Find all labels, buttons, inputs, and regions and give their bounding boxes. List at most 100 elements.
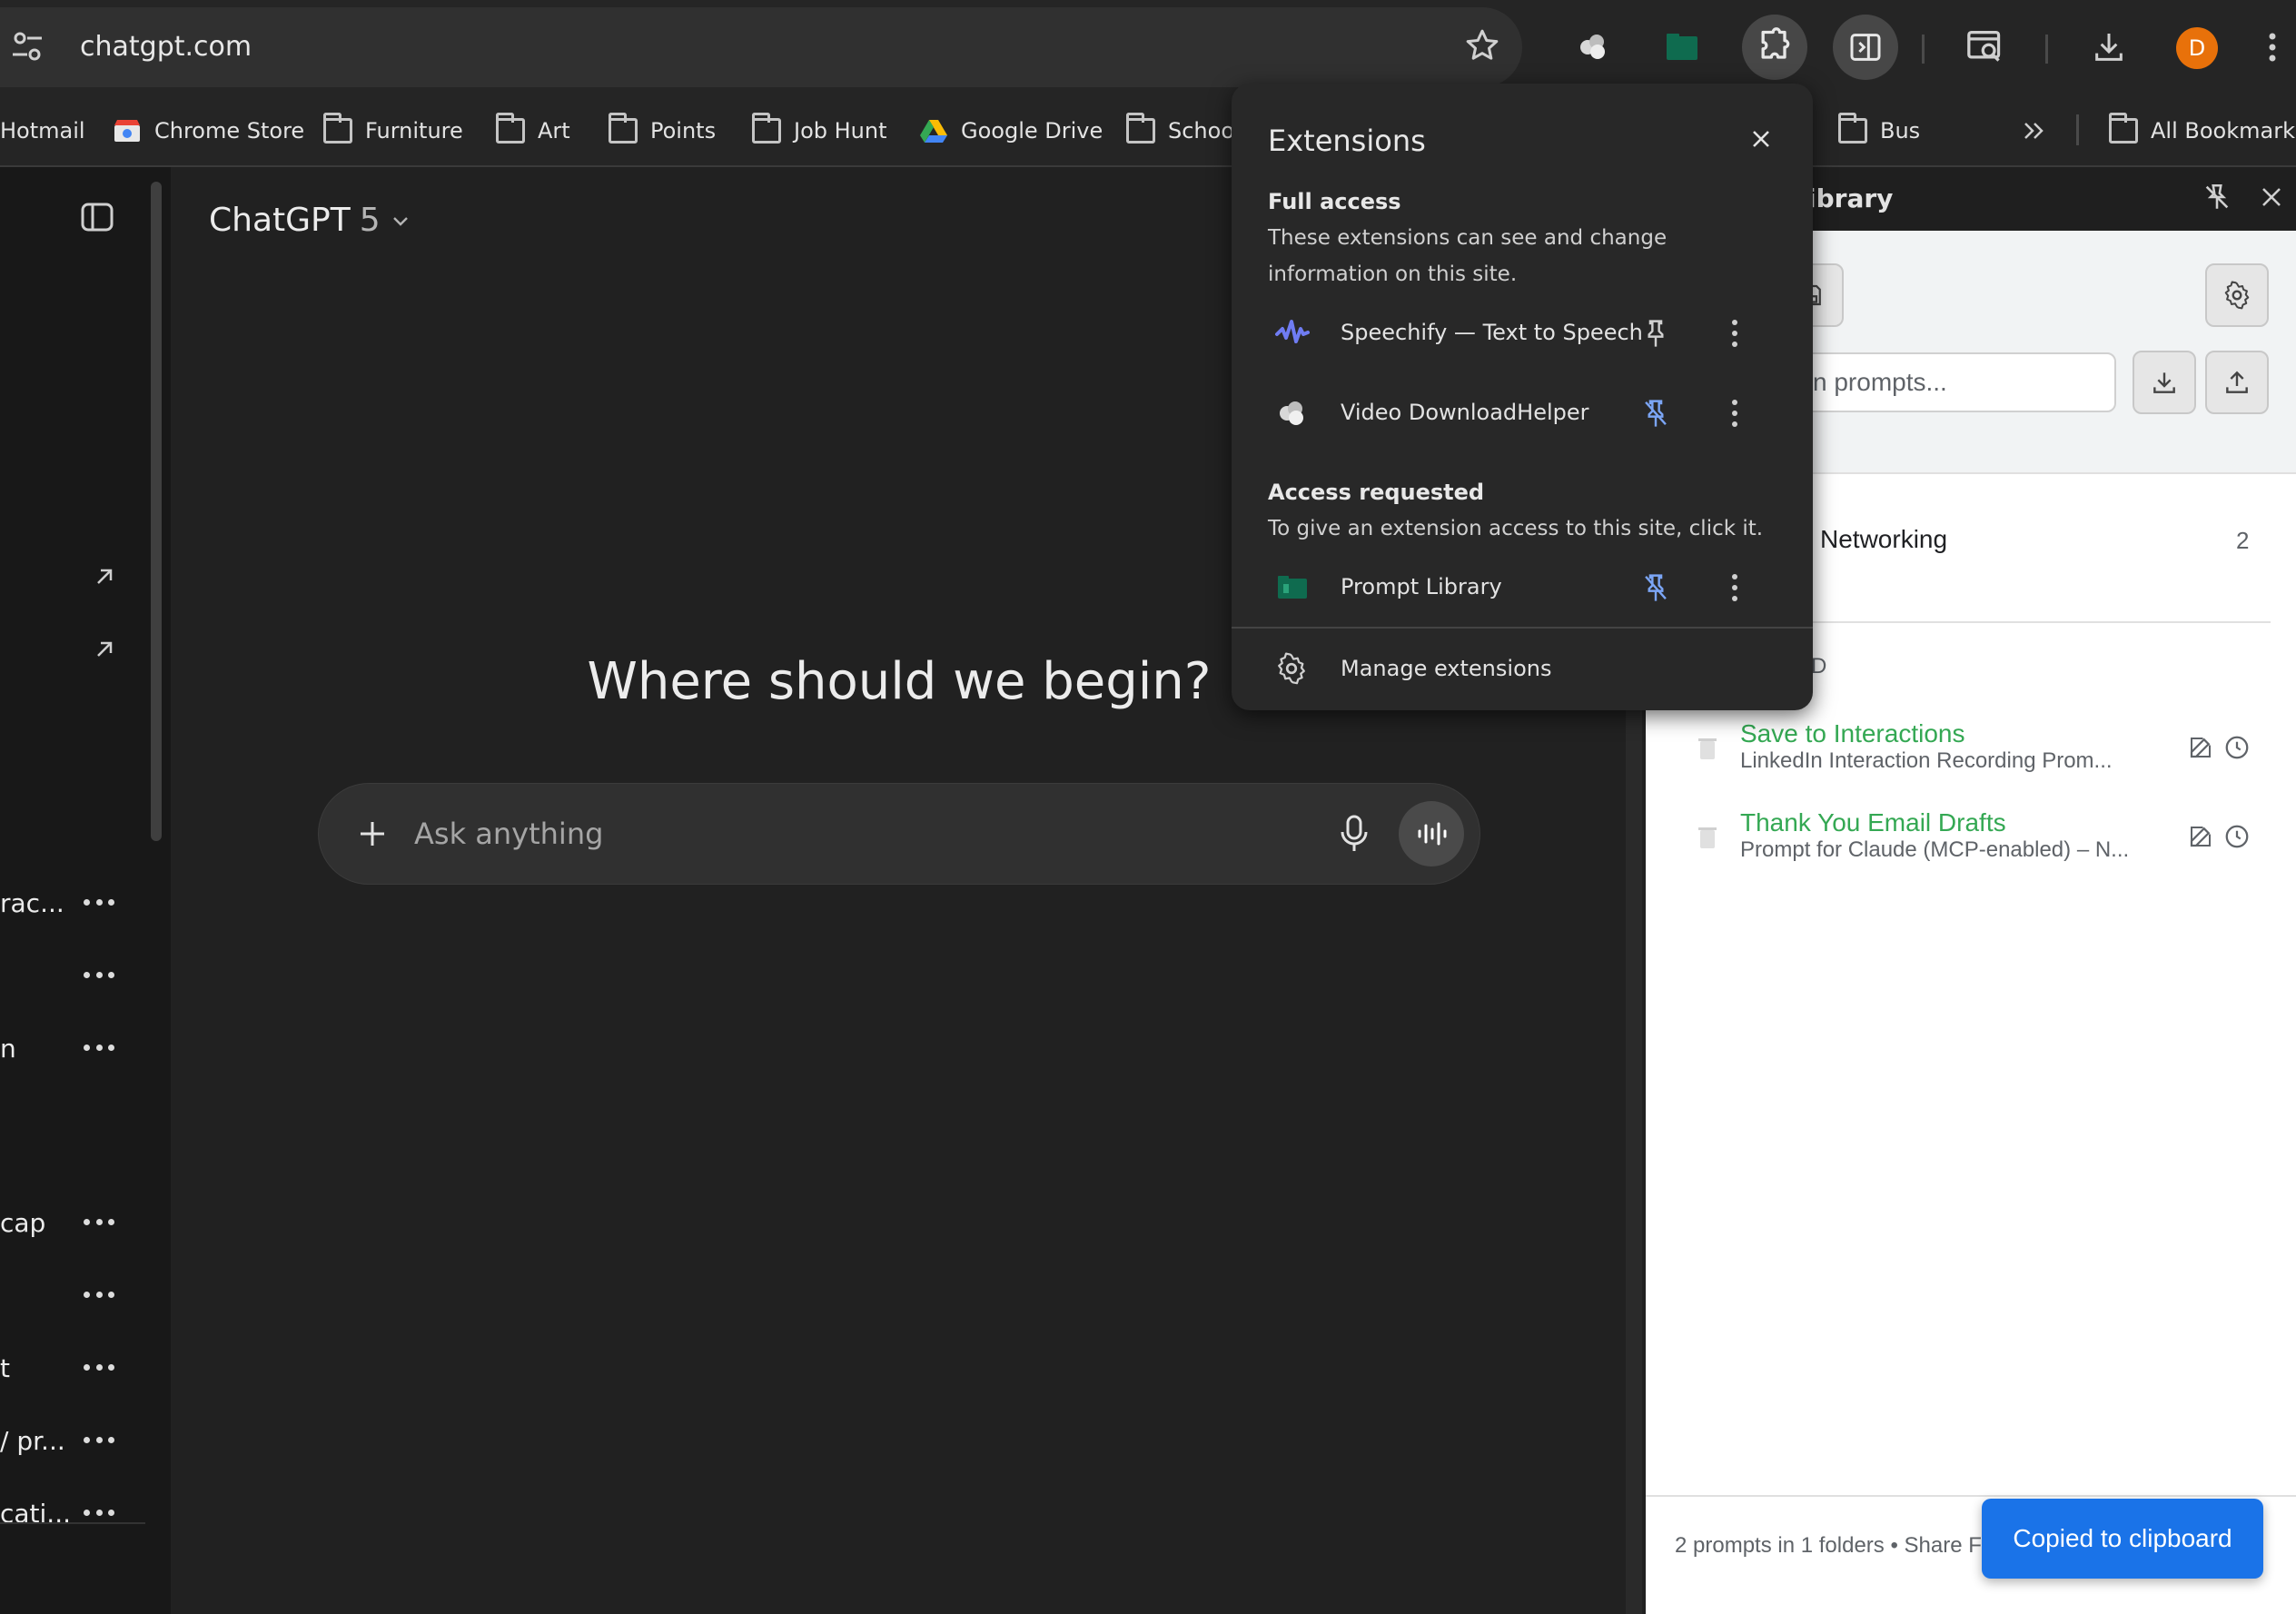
close-icon[interactable]: [2258, 183, 2285, 211]
settings-button[interactable]: [2205, 263, 2269, 327]
model-selector[interactable]: ChatGPT 5: [209, 202, 411, 239]
chrome-store-icon: [114, 120, 140, 142]
bookmarks-overflow-chevron-icon[interactable]: [2022, 113, 2047, 149]
voice-waveform-icon: [1418, 822, 1447, 846]
folder-icon: [609, 113, 638, 144]
full-access-description: These extensions can see and change info…: [1268, 226, 1668, 286]
toolbar-separator: [1922, 35, 1925, 64]
unpin-icon[interactable]: [2202, 182, 2232, 213]
sidebar-chat-item[interactable]: n: [0, 1034, 16, 1064]
history-icon[interactable]: [2223, 734, 2251, 761]
folder-icon: [2109, 113, 2138, 144]
bookmark-folder-points[interactable]: Points: [609, 113, 716, 149]
pin-icon[interactable]: [1642, 318, 1669, 349]
bookmark-star-icon[interactable]: [1464, 27, 1500, 64]
prompt-subtitle: LinkedIn Interaction Recording Prom...: [1740, 748, 2113, 773]
folder-icon: [752, 113, 781, 144]
library-footer-status: 2 prompts in 1 folders • Share Fo: [1675, 1533, 1994, 1558]
trash-icon[interactable]: [1697, 825, 1718, 850]
extensions-popup-title: Extensions: [1268, 124, 1426, 158]
bookmark-label: Schoo: [1168, 118, 1235, 144]
voice-mode-button[interactable]: [1399, 801, 1464, 866]
video-downloadhelper-icon: [1275, 398, 1310, 429]
folder-networking[interactable]: Networking: [1820, 525, 1947, 554]
chat-options-icon[interactable]: [84, 1510, 114, 1519]
model-name: ChatGPT: [209, 202, 351, 239]
trash-icon[interactable]: [1697, 736, 1718, 761]
bookmark-folder-art[interactable]: Art: [496, 113, 570, 149]
chat-options-icon[interactable]: [84, 1292, 114, 1301]
prompt-library-icon[interactable]: [1655, 20, 1709, 74]
extension-speechify[interactable]: Speechify — Text to Speech: [1341, 320, 1643, 345]
sidebar-chat-item[interactable]: / pr...: [0, 1426, 65, 1456]
bookmark-chrome-store[interactable]: Chrome Store: [113, 113, 304, 149]
edit-icon[interactable]: [2187, 734, 2214, 761]
profile-avatar[interactable]: D: [2176, 27, 2218, 69]
video-downloadhelper-icon[interactable]: [1566, 20, 1620, 74]
export-button[interactable]: [2205, 351, 2269, 414]
extensions-puzzle-icon[interactable]: [1742, 15, 1807, 80]
history-icon[interactable]: [2223, 823, 2251, 850]
bookmark-google-drive[interactable]: Google Drive: [919, 113, 1103, 149]
side-panel-icon[interactable]: [1833, 15, 1898, 80]
unpinned-icon[interactable]: [1642, 398, 1669, 429]
bookmark-folder-job-hunt[interactable]: Job Hunt: [752, 113, 887, 149]
sidebar-toggle-icon[interactable]: [80, 202, 114, 233]
google-drive-icon: [920, 120, 947, 143]
site-info-icon[interactable]: [0, 22, 58, 73]
sidebar-scrollbar[interactable]: [151, 182, 162, 841]
extensions-popup: [1232, 84, 1813, 710]
more-options-icon[interactable]: [1729, 574, 1740, 601]
url-text[interactable]: chatgpt.com: [80, 27, 252, 67]
chat-options-icon[interactable]: [84, 1364, 114, 1373]
bookmark-label: Points: [650, 118, 717, 144]
edit-icon[interactable]: [2187, 823, 2214, 850]
bookmark-folder-bus[interactable]: Bus: [1838, 113, 1920, 149]
sidebar-chat-item[interactable]: rac...: [0, 888, 64, 918]
bookmark-label: Art: [538, 118, 570, 144]
unpinned-icon[interactable]: [1642, 572, 1669, 603]
microphone-icon[interactable]: [1339, 814, 1370, 854]
chat-options-icon[interactable]: [84, 899, 114, 908]
prompt-title[interactable]: Save to Interactions: [1740, 719, 1964, 748]
bookmark-folder-school[interactable]: Schoo: [1126, 113, 1234, 149]
folder-icon: [1838, 113, 1867, 144]
close-icon[interactable]: [1747, 125, 1775, 153]
model-version: 5: [359, 202, 381, 239]
composer-input[interactable]: Ask anything: [414, 814, 603, 854]
copied-toast: Copied to clipboard: [1982, 1499, 2263, 1579]
gear-icon: [2224, 281, 2250, 310]
add-attachment-icon[interactable]: [356, 817, 389, 850]
bookmarks-separator: [2076, 114, 2079, 145]
manage-extensions-link[interactable]: Manage extensions: [1341, 656, 1551, 681]
toolbar-separator: [2045, 35, 2048, 64]
search-tabs-icon[interactable]: [1958, 20, 2013, 74]
download-icon[interactable]: [2082, 20, 2136, 74]
bookmark-label: Chrome Store: [154, 118, 305, 144]
extension-prompt-library[interactable]: Prompt Library: [1341, 574, 1502, 599]
footer-divider: [1646, 1495, 2296, 1497]
external-link-arrow-icon[interactable]: [91, 563, 118, 590]
chat-options-icon[interactable]: [84, 1437, 114, 1446]
sidebar-chat-item[interactable]: cap: [0, 1208, 45, 1238]
sidebar-chat-item[interactable]: t: [0, 1353, 10, 1383]
access-requested-heading: Access requested: [1268, 480, 1485, 505]
chat-options-icon[interactable]: [84, 1219, 114, 1228]
bookmark-folder-all-bookmarks[interactable]: All Bookmarks: [2109, 113, 2296, 149]
speechify-icon: [1275, 318, 1310, 349]
more-options-icon[interactable]: [1729, 400, 1740, 427]
browser-menu-icon[interactable]: [2254, 20, 2291, 74]
sidebar-chat-item[interactable]: cati...: [0, 1499, 71, 1529]
gear-icon: [1275, 652, 1308, 685]
chat-options-icon[interactable]: [84, 1045, 114, 1054]
extensions-divider: [1232, 627, 1813, 629]
more-options-icon[interactable]: [1729, 320, 1740, 347]
full-access-heading: Full access: [1268, 189, 1401, 214]
bookmark-folder-furniture[interactable]: Furniture: [323, 113, 463, 149]
prompt-title[interactable]: Thank You Email Drafts: [1740, 808, 2006, 837]
chat-options-icon[interactable]: [84, 972, 114, 981]
extension-video-downloadhelper[interactable]: Video DownloadHelper: [1341, 400, 1589, 425]
bookmark-hotmail[interactable]: Hotmail: [0, 113, 85, 149]
folder-icon: [496, 113, 525, 144]
import-button[interactable]: [2133, 351, 2196, 414]
